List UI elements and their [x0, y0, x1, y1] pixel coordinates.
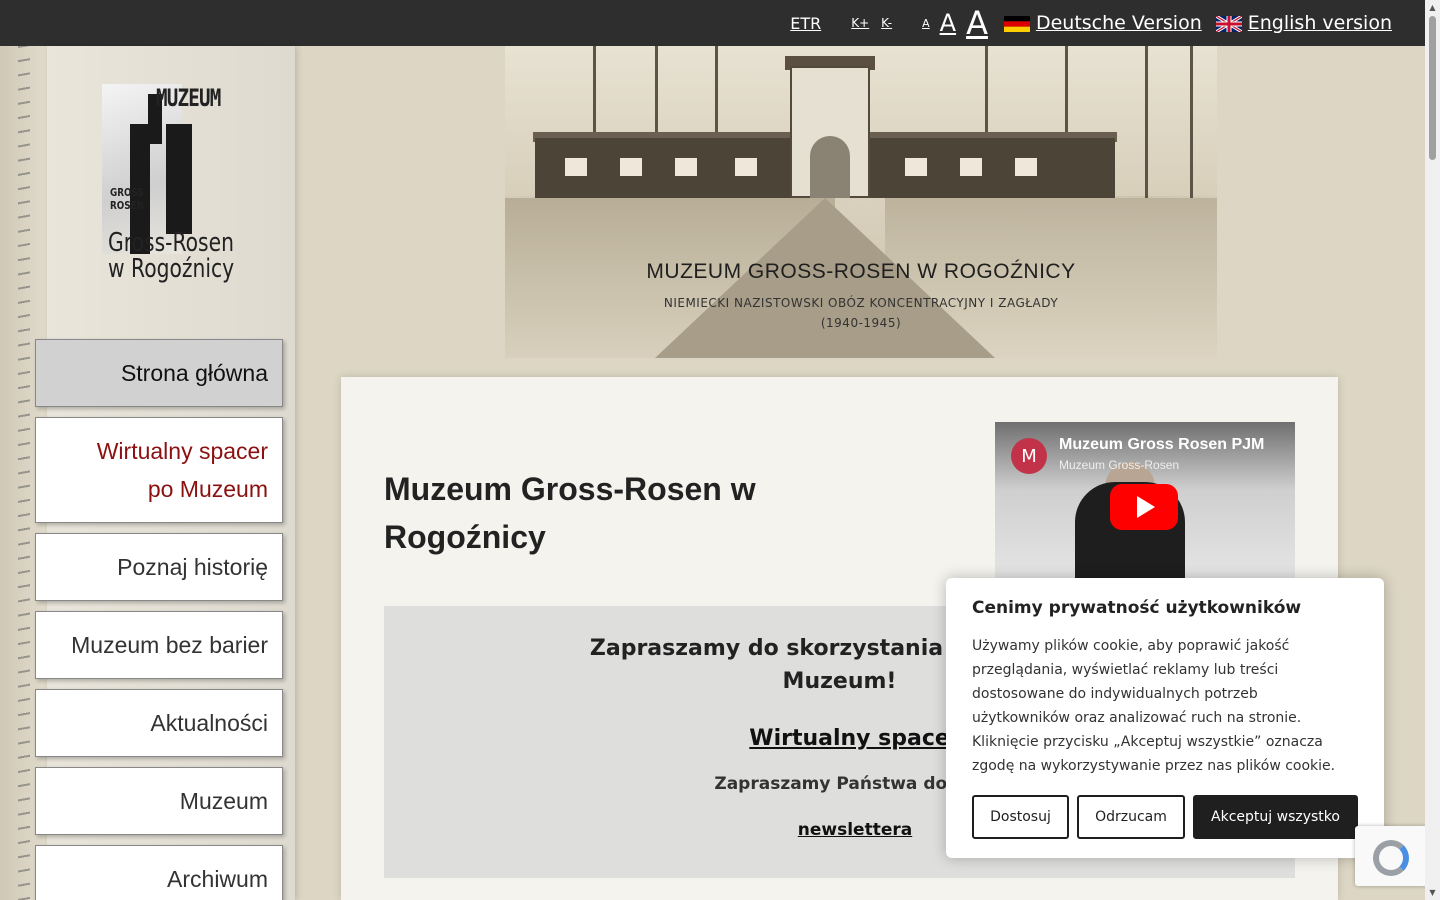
- cookie-buttons: Dostosuj Odrzucam Akceptuj wszystko: [972, 795, 1358, 839]
- font-size-small-link[interactable]: A: [922, 17, 930, 30]
- banner-window: [565, 158, 587, 176]
- german-version-label: Deutsche Version: [1035, 12, 1202, 34]
- customize-button[interactable]: Dostosuj: [972, 795, 1069, 839]
- banner-window: [735, 158, 757, 176]
- nav-item-home[interactable]: Strona główna: [35, 339, 283, 407]
- page-title: Muzeum Gross-Rosen w Rogoźnicy: [384, 465, 804, 561]
- english-version-link[interactable]: English version: [1214, 12, 1392, 34]
- cookie-text: Używamy plików cookie, aby poprawić jako…: [972, 638, 1336, 774]
- nav-item-label: Poznaj historię: [117, 553, 268, 580]
- accept-all-button[interactable]: Akceptuj wszystko: [1193, 795, 1358, 839]
- logo-name-line1: Gross-Rosen: [108, 228, 234, 258]
- nav-item-museum[interactable]: Muzeum: [35, 767, 283, 835]
- scroll-down-icon[interactable]: ▼: [1425, 885, 1440, 900]
- logo-bar: [166, 124, 192, 234]
- main-navigation: Strona główna Wirtualny spacer po Muzeum…: [35, 339, 283, 900]
- banner-window: [620, 158, 642, 176]
- nav-item-label: Aktualności: [150, 709, 268, 736]
- video-title[interactable]: Muzeum Gross Rosen PJM: [1059, 436, 1264, 454]
- banner-years: (1940-1945): [820, 316, 902, 330]
- banner-window: [1015, 158, 1037, 176]
- banner-title: MUZEUM GROSS-ROSEN W ROGOŹNICY: [646, 260, 1076, 283]
- banner-window: [960, 158, 982, 176]
- nav-item-label-line2: po Muzeum: [147, 476, 268, 502]
- logo-name-text: Gross-Rosen w Rogoźnicy: [108, 230, 264, 282]
- banner-gate-arch: [810, 136, 850, 198]
- channel-avatar[interactable]: M: [1011, 438, 1047, 474]
- contrast-plus-link[interactable]: K+: [851, 16, 869, 30]
- nav-item-history[interactable]: Poznaj historię: [35, 533, 283, 601]
- top-bar: ETR K+ K- A A A Deutsche Version English…: [0, 0, 1440, 46]
- museum-logo[interactable]: MUZEUM GROSS ROSEN Gross-Rosen w Rogoźni…: [100, 64, 250, 294]
- nav-item-news[interactable]: Aktualności: [35, 689, 283, 757]
- font-size-medium-link[interactable]: A: [940, 9, 956, 37]
- cookie-title: Cenimy prywatność użytkowników: [972, 598, 1302, 618]
- header-banner: MUZEUM GROSS-ROSEN W ROGOŹNICY NIEMIECKI…: [505, 46, 1217, 358]
- nav-item-label: Muzeum: [179, 787, 268, 814]
- logo-gross: GROSS: [110, 186, 144, 199]
- promo-title-line2: Muzeum!: [782, 669, 897, 694]
- nav-item-label: Strona główna: [120, 359, 268, 386]
- german-version-link[interactable]: Deutsche Version: [1003, 12, 1202, 34]
- english-version-label: English version: [1247, 12, 1392, 34]
- reject-button[interactable]: Odrzucam: [1077, 795, 1185, 839]
- german-flag-icon: [1003, 15, 1030, 32]
- recaptcha-icon: [1373, 840, 1409, 876]
- cookie-consent-dialog: Cenimy prywatność użytkowników Używamy p…: [946, 578, 1384, 858]
- nav-item-virtual-tour[interactable]: Wirtualny spacer po Muzeum: [35, 417, 283, 523]
- banner-window: [905, 158, 927, 176]
- scroll-up-icon[interactable]: ▲: [1425, 0, 1440, 15]
- scroll-thumb[interactable]: [1429, 16, 1436, 160]
- banner-subtitle: NIEMIECKI NAZISTOWSKI OBÓZ KONCENTRACYJN…: [663, 296, 1059, 310]
- video-channel: Muzeum Gross-Rosen: [1059, 458, 1180, 472]
- play-icon[interactable]: [1110, 484, 1178, 530]
- banner-window: [675, 158, 697, 176]
- logo-name-line2: w Rogoźnicy: [108, 254, 235, 284]
- nav-item-label: Archiwum: [167, 865, 268, 892]
- nav-item-label-line1: Wirtualny spacer: [96, 438, 268, 464]
- font-size-large-link[interactable]: A: [966, 4, 988, 42]
- youtube-video-embed[interactable]: M Muzeum Gross Rosen PJM Muzeum Gross-Ro…: [995, 422, 1295, 592]
- logo-muzeum-text: MUZEUM: [156, 84, 221, 112]
- page-title-line2: Rogoźnicy: [384, 519, 546, 555]
- easy-to-read-link[interactable]: ETR: [790, 14, 821, 33]
- page-scrollbar[interactable]: ▲ ▼: [1425, 0, 1440, 900]
- logo-rosen: ROSEN: [110, 199, 144, 212]
- logo-gross-rosen-text: GROSS ROSEN: [110, 186, 144, 212]
- nav-item-label: Muzeum bez barier: [71, 631, 268, 658]
- recaptcha-badge[interactable]: [1355, 826, 1427, 886]
- barbed-wire-decoration: [18, 46, 30, 900]
- contrast-minus-link[interactable]: K-: [881, 16, 892, 30]
- nav-item-archive[interactable]: Archiwum: [35, 845, 283, 900]
- page-title-line1: Muzeum Gross-Rosen w: [384, 471, 756, 507]
- nav-item-accessibility[interactable]: Muzeum bez barier: [35, 611, 283, 679]
- uk-flag-icon: [1214, 14, 1243, 34]
